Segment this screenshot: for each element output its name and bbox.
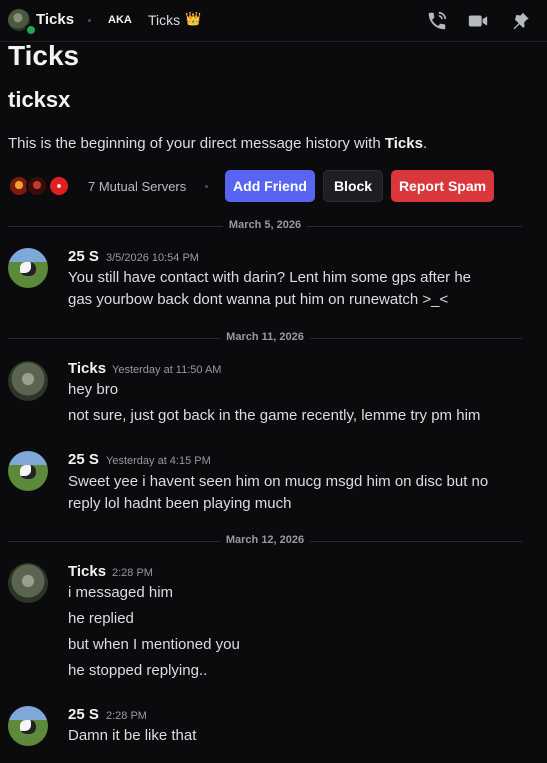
message-timestamp: Yesterday at 4:15 PM [106,455,211,467]
crown-icon: 👑 [185,11,202,26]
intro-separator [205,185,208,188]
message-timestamp: 2:28 PM [106,710,147,722]
intro-name: Ticks [384,135,423,152]
mutual-servers-link[interactable]: 7 Mutual Servers [88,179,186,194]
aka-label: AKA [108,14,132,26]
message-text: Damn it be like that [68,727,197,744]
message-timestamp: Yesterday at 11:50 AM [112,364,222,376]
message-text: not sure, just got back in the game rece… [68,407,481,424]
message-text: gas yourbow back dont wanna put him on r… [68,291,449,308]
date-divider: March 11, 2026 [8,331,522,343]
avatar[interactable] [8,248,48,288]
date-divider: March 12, 2026 [8,534,522,546]
mutual-server-icons[interactable] [8,175,78,199]
message-text: You still have contact with darin? Lent … [68,269,472,286]
message-text: reply lol hadnt been playing much [68,495,292,512]
message-timestamp: 3/5/2026 10:54 PM [106,252,199,264]
date-divider-label: March 11, 2026 [220,331,310,343]
dm-profile-username: ticksx [8,87,71,112]
add-friend-button[interactable]: Add Friend [225,170,315,202]
message-text: he replied [68,610,134,627]
dm-profile-title: Ticks [8,40,80,71]
intro-prefix: This is the beginning of your direct mes… [8,135,385,152]
server-icon [26,175,48,197]
message-author[interactable]: Ticks [68,360,106,377]
video-call-icon[interactable] [467,10,489,32]
pin-icon[interactable] [509,10,531,32]
server-icon [48,175,70,197]
message-text: i messaged him [68,584,174,601]
report-spam-button[interactable]: Report Spam [391,170,494,202]
date-divider: March 5, 2026 [8,219,522,231]
message-author[interactable]: 25 S [68,451,99,468]
date-divider-label: March 12, 2026 [219,534,311,546]
message-author[interactable]: Ticks [68,563,106,580]
message-text: hey bro [68,381,119,398]
message-text: Sweet yee i havent seen him on mucg msgd… [68,473,489,490]
avatar[interactable] [8,361,48,401]
avatar[interactable] [8,706,48,746]
message-timestamp: 2:28 PM [112,567,153,579]
message-author[interactable]: 25 S [68,706,99,723]
message-author[interactable]: 25 S [68,248,99,265]
dm-intro-text: This is the beginning of your direct mes… [8,135,427,152]
message-text: but when I mentioned you [68,636,240,653]
message-text: he stopped replying.. [68,662,208,679]
voice-call-icon[interactable] [426,10,448,32]
header-separator [88,19,91,22]
intro-suffix: . [422,135,428,152]
header-username[interactable]: Ticks [36,11,74,28]
avatar[interactable] [8,451,48,491]
block-button[interactable]: Block [323,170,383,202]
dm-header: Ticks AKA Ticks 👑 [0,0,547,42]
aka-name: Ticks [148,12,181,28]
date-divider-label: March 5, 2026 [222,219,308,231]
avatar[interactable] [8,563,48,603]
